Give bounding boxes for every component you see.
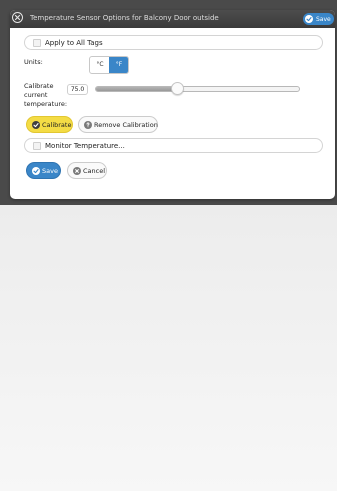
remove-calibration-label: Remove Calibration [94, 121, 158, 129]
calibration-value-input[interactable]: 75.0 [67, 84, 88, 95]
close-button[interactable] [12, 12, 23, 23]
save-button[interactable]: Save [26, 162, 61, 179]
checkbox-box [33, 39, 41, 47]
unit-fahrenheit-button[interactable]: °F [109, 57, 128, 73]
remove-calibration-button[interactable]: Remove Calibration [78, 116, 158, 133]
slider-thumb[interactable] [171, 82, 184, 95]
question-icon [84, 121, 92, 129]
apply-all-tags-label: Apply to All Tags [45, 39, 103, 47]
dialog-title: Temperature Sensor Options for Balcony D… [30, 14, 219, 22]
calibration-slider[interactable] [95, 86, 300, 92]
units-label: Units: [24, 58, 43, 66]
check-icon [32, 167, 40, 175]
monitor-temperature-checkbox[interactable]: Monitor Temperature... [24, 138, 323, 153]
title-save-button[interactable]: Save [303, 13, 334, 25]
units-toggle: °C °F [89, 56, 129, 74]
apply-all-tags-checkbox[interactable]: Apply to All Tags [24, 35, 323, 50]
unit-celsius-button[interactable]: °C [90, 57, 110, 73]
calibrate-button-label: Calibrate [42, 121, 72, 129]
dialog-titlebar: Temperature Sensor Options for Balcony D… [10, 10, 335, 28]
close-icon [14, 14, 21, 21]
check-icon [305, 15, 313, 23]
monitor-temperature-label: Monitor Temperature... [45, 142, 125, 150]
check-icon [32, 121, 40, 129]
cancel-button[interactable]: Cancel [67, 162, 107, 179]
cancel-button-label: Cancel [83, 167, 106, 175]
save-button-label: Save [42, 167, 58, 175]
calibrate-button[interactable]: Calibrate [26, 116, 73, 133]
calibrate-label-line1: Calibrate [24, 82, 54, 90]
calibrate-label-line3: temperature: [24, 100, 68, 108]
calibrate-label-line2: current [24, 91, 48, 99]
cancel-x-icon [73, 167, 81, 175]
slider-fill [96, 87, 177, 91]
checkbox-box [33, 142, 41, 150]
temperature-options-dialog: Temperature Sensor Options for Balcony D… [10, 10, 335, 199]
title-save-label: Save [316, 16, 331, 23]
